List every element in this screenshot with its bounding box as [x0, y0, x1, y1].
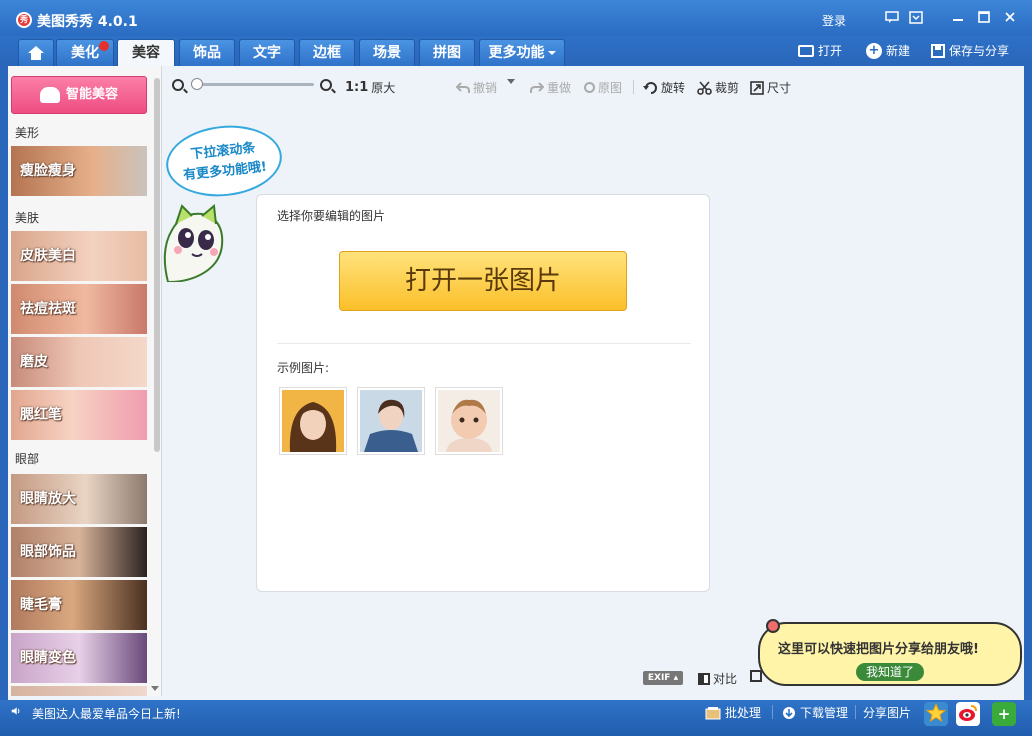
- sidebar-item-blush[interactable]: 腮红笔: [11, 390, 147, 440]
- feedback-icon[interactable]: [884, 11, 900, 27]
- weibo-icon[interactable]: [956, 702, 980, 726]
- sidebar: 智能美容 美形 瘦脸瘦身 美肤 皮肤美白 祛痘祛斑 磨皮 腮红笔 眼部 眼睛放大…: [8, 66, 162, 696]
- sample-image-2[interactable]: [357, 387, 425, 455]
- mascot-icon: [163, 204, 224, 282]
- undo-history-dropdown[interactable]: [507, 79, 515, 84]
- tab-beauty[interactable]: 美容: [117, 39, 175, 66]
- resize-icon: [750, 80, 764, 95]
- tab-collage[interactable]: 拼图: [419, 39, 475, 66]
- download-icon: [783, 706, 795, 719]
- sample-images-label: 示例图片:: [277, 361, 330, 375]
- sidebar-scrollbar[interactable]: [154, 78, 160, 452]
- sample-photo-baby-icon: [438, 390, 500, 452]
- tab-text[interactable]: 文字: [239, 39, 295, 66]
- speaker-icon: [11, 707, 20, 715]
- skin-icon[interactable]: [908, 11, 924, 27]
- batch-icon: [705, 706, 721, 719]
- plus-circle-icon: +: [866, 42, 882, 59]
- download-manager-button[interactable]: 下载管理: [782, 704, 848, 721]
- open-image-panel: 选择你要编辑的图片 打开一张图片 示例图片:: [256, 194, 710, 592]
- sidebar-item-acne[interactable]: 祛痘祛斑: [11, 284, 147, 334]
- maximize-icon[interactable]: [976, 11, 992, 27]
- tab-border[interactable]: 边框: [299, 39, 355, 66]
- undo-icon: [456, 81, 470, 93]
- original-image-button[interactable]: 原图: [584, 79, 622, 96]
- sidebar-item-slim[interactable]: 瘦脸瘦身: [11, 146, 147, 196]
- scissors-icon: [697, 80, 712, 95]
- preview-icon[interactable]: [750, 670, 762, 682]
- smart-beauty-button[interactable]: 智能美容: [11, 76, 147, 114]
- sidebar-item-mascara[interactable]: 睫毛膏: [11, 580, 147, 630]
- app-title: 美图秀秀 4.0.1: [37, 14, 138, 30]
- got-it-button[interactable]: 我知道了: [856, 663, 924, 681]
- chevron-down-icon: [547, 51, 556, 55]
- folder-icon: [798, 44, 814, 57]
- resize-button[interactable]: 尺寸: [750, 79, 791, 96]
- login-link[interactable]: 登录: [822, 12, 846, 29]
- section-label-eyes: 眼部: [15, 452, 40, 466]
- redo-icon: [530, 81, 544, 93]
- share-image-label: 分享图片: [863, 706, 912, 720]
- undo-button[interactable]: 撤销: [456, 79, 497, 96]
- save-share-button[interactable]: 保存与分享: [931, 42, 1009, 59]
- sample-photo-girl-icon: [282, 390, 344, 452]
- sample-image-1[interactable]: [279, 387, 347, 455]
- chevron-down-icon: [507, 79, 515, 84]
- exif-button[interactable]: EXIF ▴: [643, 671, 683, 685]
- share-tip-popup: 这里可以快速把图片分享给朋友哦! 我知道了: [758, 622, 1022, 686]
- zoom-in-button[interactable]: [320, 79, 332, 91]
- minimize-icon[interactable]: [950, 11, 966, 27]
- rotate-button[interactable]: 旋转: [643, 79, 685, 96]
- zoom-out-button[interactable]: [172, 79, 184, 91]
- zoom-slider-track[interactable]: [196, 83, 314, 86]
- news-ticker[interactable]: 美图达人最爱单品今日上新!: [32, 705, 181, 722]
- share-tip-text: 这里可以快速把图片分享给朋友哦!: [778, 642, 979, 657]
- sidebar-item-eye-accessory[interactable]: 眼部饰品: [11, 527, 147, 577]
- tab-beautify[interactable]: 美化: [56, 39, 114, 66]
- compare-icon: [698, 672, 710, 685]
- open-button[interactable]: 打开: [798, 42, 842, 59]
- tab-accessories[interactable]: 饰品: [179, 39, 235, 66]
- rotate-icon: [643, 81, 657, 94]
- tab-home[interactable]: [18, 39, 54, 66]
- panel-divider: [277, 343, 691, 344]
- sidebar-item-eye-enlarge[interactable]: 眼睛放大: [11, 474, 147, 524]
- sample-image-3[interactable]: [435, 387, 503, 455]
- app-logo-icon: 秀: [16, 12, 32, 28]
- toolbar-divider: [633, 80, 634, 94]
- zoom-slider-thumb[interactable]: [191, 78, 203, 90]
- sidebar-item-eye-color[interactable]: 眼睛变色: [11, 633, 147, 683]
- redo-button[interactable]: 重做: [530, 79, 571, 96]
- select-image-label: 选择你要编辑的图片: [277, 209, 386, 223]
- sample-photo-woman-icon: [360, 390, 422, 452]
- open-image-button[interactable]: 打开一张图片: [339, 251, 627, 311]
- home-icon: [28, 46, 44, 60]
- qzone-star-icon[interactable]: [924, 702, 948, 726]
- title-bar: 秀 美图秀秀 4.0.1 登录: [0, 0, 1032, 36]
- scroll-down-icon[interactable]: [151, 686, 159, 691]
- zoom-in-icon: [320, 79, 332, 91]
- section-label-shape: 美形: [15, 126, 40, 140]
- close-icon[interactable]: [1002, 11, 1018, 27]
- sidebar-item-smooth[interactable]: 磨皮: [11, 337, 147, 387]
- compare-button[interactable]: 对比: [698, 670, 737, 687]
- section-label-skin: 美肤: [15, 211, 40, 225]
- sidebar-item-more[interactable]: [11, 686, 147, 696]
- face-icon: [39, 86, 60, 103]
- notification-badge: [99, 41, 109, 51]
- tab-scene[interactable]: 场景: [359, 39, 415, 66]
- status-divider: [855, 705, 856, 719]
- crop-button[interactable]: 裁剪: [697, 79, 739, 96]
- status-divider: [772, 705, 773, 719]
- original-icon: [584, 82, 595, 93]
- save-icon: [931, 43, 945, 58]
- zoom-out-icon: [172, 79, 184, 91]
- pin-icon: [766, 619, 780, 633]
- batch-process-button[interactable]: 批处理: [705, 704, 761, 721]
- add-share-icon[interactable]: +: [992, 702, 1016, 726]
- new-button[interactable]: + 新建: [866, 42, 910, 59]
- tab-more-features[interactable]: 更多功能: [479, 39, 565, 66]
- sidebar-item-whitening[interactable]: 皮肤美白: [11, 231, 147, 281]
- original-size-button[interactable]: 1:1 原大: [345, 79, 395, 96]
